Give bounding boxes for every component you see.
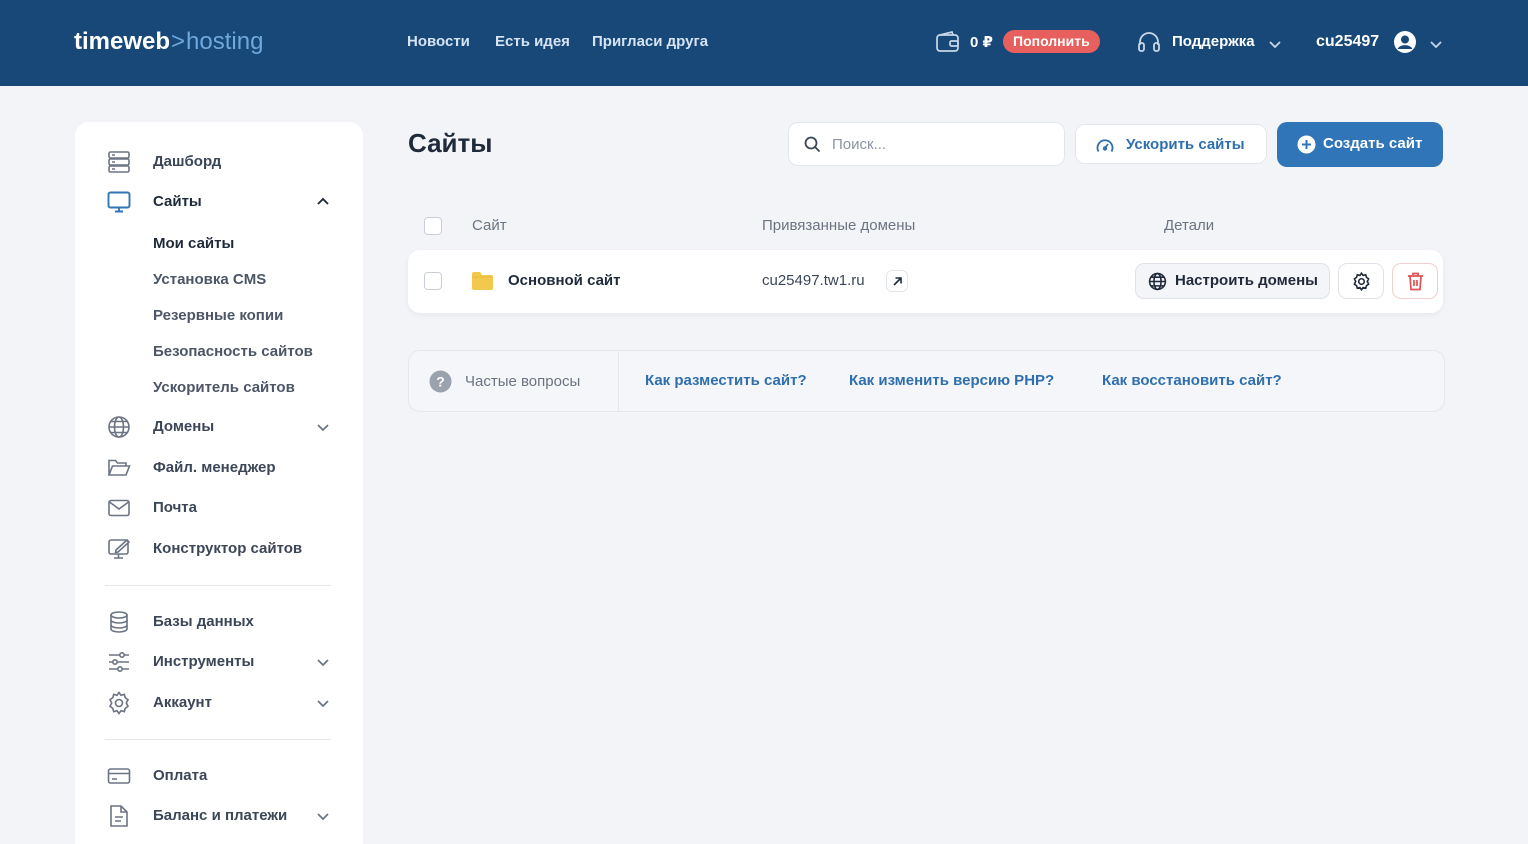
sidebar-subitem-backups[interactable]: Резервные копии [153, 307, 283, 324]
logo-main: timeweb [74, 28, 171, 55]
svg-text:?: ? [436, 374, 445, 390]
trash-icon [1408, 272, 1423, 291]
sidebar-divider [105, 585, 331, 586]
sidebar-item-label: Конструктор сайтов [153, 540, 303, 557]
sidebar-item-file-manager[interactable]: Файл. менеджер [75, 453, 363, 483]
support-menu[interactable]: Поддержка [1172, 33, 1255, 50]
sidebar-subitem-my-sites[interactable]: Мои сайты [153, 235, 234, 252]
monitor-icon [107, 191, 131, 213]
balance-amount: 0 ₽ [970, 34, 993, 51]
sidebar-divider [105, 739, 331, 740]
speedup-label: Ускорить сайты [1126, 136, 1245, 153]
sidebar-item-label: Инструменты [153, 653, 255, 670]
sidebar-subitem-accelerator[interactable]: Ускоритель сайтов [153, 379, 295, 396]
nav-invite-link[interactable]: Пригласи друга [592, 33, 708, 50]
row-checkbox[interactable] [424, 272, 442, 290]
faq-panel: ? Частые вопросы Как разместить сайт? Ка… [408, 350, 1445, 412]
chevron-down-icon[interactable] [316, 420, 330, 434]
sidebar-item-sites[interactable]: Сайты [75, 187, 363, 217]
credit-card-icon [107, 768, 131, 784]
wallet-icon [936, 31, 959, 52]
sidebar-item-balance[interactable]: Баланс и платежи [75, 801, 363, 831]
gear-icon [108, 691, 130, 715]
arrow-up-right-icon [893, 277, 902, 286]
sidebar-subitem-security[interactable]: Безопасность сайтов [153, 343, 313, 360]
faq-label: Частые вопросы [465, 373, 581, 390]
sidebar-item-label: Домены [153, 418, 215, 435]
topup-button[interactable]: Пополнить [1003, 30, 1100, 53]
user-avatar-icon[interactable] [1393, 30, 1417, 54]
sidebar-item-tools[interactable]: Инструменты [75, 647, 363, 677]
plus-circle-icon [1297, 135, 1316, 154]
logo-sub: hosting [186, 28, 264, 55]
search-input[interactable] [832, 133, 1052, 155]
gear-icon [1353, 272, 1370, 291]
faq-link-host-site[interactable]: Как разместить сайт? [645, 372, 807, 389]
external-link-button[interactable] [886, 270, 908, 292]
speedometer-icon [1096, 139, 1114, 152]
sidebar-item-label: Файл. менеджер [153, 459, 276, 476]
sidebar-item-dashboard[interactable]: Дашборд [75, 147, 363, 177]
sidebar-item-label: Сайты [153, 193, 202, 210]
chevron-down-icon[interactable] [316, 696, 330, 710]
chevron-down-icon[interactable] [1268, 37, 1282, 51]
globe-icon [1148, 272, 1167, 291]
chevron-down-icon[interactable] [1429, 37, 1443, 51]
site-builder-icon [108, 538, 131, 559]
folder-open-icon [107, 459, 131, 476]
domain-link[interactable]: cu25497.tw1.ru [762, 272, 865, 289]
chevron-up-icon[interactable] [316, 195, 330, 209]
sidebar-item-mail[interactable]: Почта [75, 493, 363, 523]
sidebar-item-label: Почта [153, 499, 197, 516]
nav-news-link[interactable]: Новости [407, 33, 470, 50]
page-title: Сайты [408, 128, 493, 158]
sidebar-item-account[interactable]: Аккаунт [75, 688, 363, 718]
document-icon [110, 805, 128, 827]
search-box[interactable] [788, 122, 1065, 166]
chevron-down-icon[interactable] [316, 655, 330, 669]
sidebar-item-label: Оплата [153, 767, 208, 784]
sidebar-item-databases[interactable]: Базы данных [75, 607, 363, 637]
sidebar-subitem-cms[interactable]: Установка CMS [153, 271, 266, 288]
globe-icon [108, 416, 130, 438]
speedup-sites-button[interactable]: Ускорить сайты [1075, 124, 1267, 164]
configure-domains-label: Настроить домены [1175, 272, 1318, 289]
sidebar: Дашборд Сайты Мои сайты Установка CMS Ре… [75, 122, 363, 844]
mail-icon [108, 499, 130, 517]
site-settings-button[interactable] [1338, 263, 1384, 299]
create-label: Создать сайт [1323, 135, 1423, 152]
sidebar-item-label: Аккаунт [153, 694, 212, 711]
faq-link-restore-site[interactable]: Как восстановить сайт? [1102, 372, 1282, 389]
dashboard-icon [108, 151, 130, 173]
logo[interactable]: timeweb>hosting [74, 28, 263, 56]
database-icon [110, 611, 128, 633]
nav-idea-link[interactable]: Есть идея [495, 33, 570, 50]
delete-site-button[interactable] [1392, 263, 1438, 299]
create-site-button[interactable]: Создать сайт [1277, 122, 1443, 167]
column-header-details: Детали [1164, 217, 1215, 234]
top-header: timeweb>hosting Новости Есть идея Пригла… [0, 0, 1528, 86]
select-all-checkbox[interactable] [424, 217, 442, 235]
faq-divider [618, 351, 619, 411]
site-name-link[interactable]: Основной сайт [508, 272, 621, 289]
faq-link-php-version[interactable]: Как изменить версию PHP? [849, 372, 1054, 389]
sidebar-item-label: Баланс и платежи [153, 807, 288, 824]
sidebar-item-label: Базы данных [153, 613, 254, 630]
sliders-icon [109, 651, 129, 672]
column-header-domains: Привязанные домены [762, 217, 916, 234]
sidebar-item-domains[interactable]: Домены [75, 412, 363, 442]
table-row: Основной сайт cu25497.tw1.ru Настроить д… [408, 250, 1443, 313]
sidebar-item-site-builder[interactable]: Конструктор сайтов [75, 534, 363, 564]
folder-icon [472, 272, 493, 290]
username-label[interactable]: cu25497 [1316, 33, 1379, 51]
headset-icon [1138, 32, 1160, 52]
configure-domains-button[interactable]: Настроить домены [1135, 263, 1330, 299]
chevron-down-icon[interactable] [316, 809, 330, 823]
sidebar-item-label: Дашборд [153, 153, 222, 170]
search-icon [804, 136, 821, 153]
column-header-site: Сайт [472, 217, 507, 234]
sidebar-item-payment[interactable]: Оплата [75, 761, 363, 791]
question-circle-icon: ? [429, 370, 452, 393]
logo-chevron: > [171, 28, 186, 55]
